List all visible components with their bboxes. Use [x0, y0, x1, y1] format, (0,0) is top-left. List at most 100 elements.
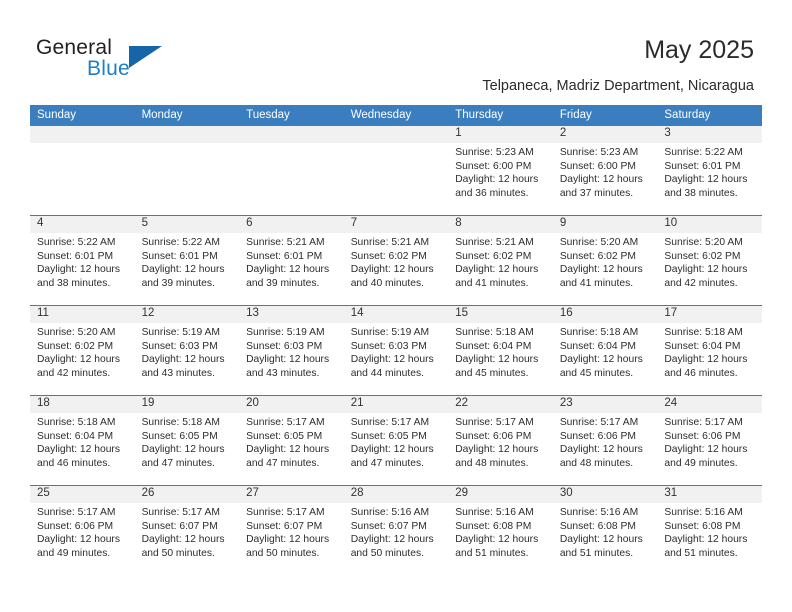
weekday-header-wednesday: Wednesday	[343, 105, 449, 126]
calendar-day-cell[interactable]: 25 Sunrise: 5:17 AM Sunset: 6:06 PM Dayligh…	[30, 485, 135, 575]
calendar-day-cell[interactable]: 21 Sunrise: 5:17 AM Sunset: 6:05 PM Dayligh…	[343, 395, 449, 486]
sunrise-time: Sunrise: 5:16 AM	[664, 507, 743, 518]
daylight-duration-line2: and 46 minutes.	[37, 457, 111, 469]
daylight-duration-line1: Daylight: 12 hours	[350, 444, 434, 456]
sunset-time: Sunset: 6:05 PM	[246, 430, 323, 442]
day-number: 28	[343, 486, 449, 503]
calendar-day-cell[interactable]: 27 Sunrise: 5:17 AM Sunset: 6:07 PM Dayligh…	[239, 485, 344, 575]
daylight-duration-line1: Daylight: 12 hours	[664, 444, 748, 456]
calendar-day-cell[interactable]: 18 Sunrise: 5:18 AM Sunset: 6:04 PM Dayligh…	[30, 395, 135, 486]
day-number: 9	[552, 216, 658, 233]
calendar-day-cell[interactable]: 20 Sunrise: 5:17 AM Sunset: 6:05 PM Dayligh…	[239, 395, 344, 486]
sunrise-time: Sunrise: 5:16 AM	[559, 507, 639, 518]
calendar-day-cell[interactable]: 11 Sunrise: 5:20 AM Sunset: 6:02 PM Dayligh…	[30, 305, 135, 396]
sunrise-time: Sunrise: 5:23 AM	[559, 147, 639, 158]
calendar-day-cell[interactable]: 31 Sunrise: 5:16 AM Sunset: 6:08 PM Dayligh…	[657, 485, 762, 575]
daylight-duration-line1: Daylight: 12 hours	[455, 174, 539, 186]
daylight-duration-line2: and 48 minutes.	[559, 457, 634, 469]
sunrise-time: Sunrise: 5:17 AM	[246, 507, 325, 518]
calendar-day-cell[interactable]: 15 Sunrise: 5:18 AM Sunset: 6:04 PM Dayligh…	[448, 305, 553, 396]
calendar-day-cell[interactable]: 2 Sunrise: 5:23 AM Sunset: 6:00 PM Daylight…	[552, 126, 658, 216]
calendar-day-cell[interactable]: 13 Sunrise: 5:19 AM Sunset: 6:03 PM Dayligh…	[239, 305, 344, 396]
calendar-body: 1 Sunrise: 5:23 AM Sunset: 6:00 PM Daylight…	[30, 126, 762, 575]
daylight-duration-line2: and 41 minutes.	[559, 277, 634, 289]
daylight-duration-line1: Daylight: 12 hours	[559, 264, 643, 276]
daylight-duration-line2: and 37 minutes.	[559, 187, 634, 199]
calendar-day-cell[interactable]: 30 Sunrise: 5:16 AM Sunset: 6:08 PM Dayligh…	[552, 485, 658, 575]
calendar-day-cell[interactable]: 6 Sunrise: 5:21 AM Sunset: 6:01 PM Daylight…	[239, 215, 344, 306]
day-number: 8	[448, 216, 553, 233]
calendar-day-cell[interactable]: 16 Sunrise: 5:18 AM Sunset: 6:04 PM Dayligh…	[552, 305, 658, 396]
sunset-time: Sunset: 6:02 PM	[37, 340, 114, 352]
sunset-time: Sunset: 6:02 PM	[455, 250, 532, 262]
day-details: Sunrise: 5:17 AM Sunset: 6:07 PM Daylight:…	[135, 503, 240, 560]
daylight-duration-line2: and 45 minutes.	[559, 367, 634, 379]
sunrise-time: Sunrise: 5:18 AM	[559, 327, 639, 338]
daylight-duration-line2: and 39 minutes.	[141, 277, 215, 289]
sunset-time: Sunset: 6:08 PM	[664, 520, 741, 532]
daylight-duration-line1: Daylight: 12 hours	[246, 534, 330, 546]
logo-triangle-icon	[129, 46, 162, 68]
sunrise-time: Sunrise: 5:16 AM	[455, 507, 534, 518]
calendar-day-cell[interactable]: 19 Sunrise: 5:18 AM Sunset: 6:05 PM Dayligh…	[134, 395, 240, 486]
sunset-time: Sunset: 6:01 PM	[141, 250, 218, 262]
calendar-day-cell[interactable]: 3 Sunrise: 5:22 AM Sunset: 6:01 PM Daylight…	[657, 126, 762, 216]
sunset-time: Sunset: 6:08 PM	[559, 520, 636, 532]
daylight-duration-line1: Daylight: 12 hours	[559, 534, 643, 546]
calendar-day-cell[interactable]: 9 Sunrise: 5:20 AM Sunset: 6:02 PM Daylight…	[552, 215, 658, 306]
sunset-time: Sunset: 6:05 PM	[350, 430, 427, 442]
day-details: Sunrise: 5:19 AM Sunset: 6:03 PM Daylight:…	[344, 323, 449, 380]
general-blue-logo[interactable]: General Blue	[36, 36, 236, 86]
sunrise-time: Sunrise: 5:18 AM	[664, 327, 743, 338]
day-details: Sunrise: 5:17 AM Sunset: 6:05 PM Daylight:…	[344, 413, 449, 470]
sunset-time: Sunset: 6:01 PM	[246, 250, 323, 262]
calendar-day-cell[interactable]: 7 Sunrise: 5:21 AM Sunset: 6:02 PM Daylight…	[343, 215, 449, 306]
daylight-duration-line2: and 42 minutes.	[664, 277, 738, 289]
calendar-day-cell-empty	[134, 126, 240, 216]
sunset-time: Sunset: 6:06 PM	[664, 430, 741, 442]
sunset-time: Sunset: 6:07 PM	[141, 520, 218, 532]
daylight-duration-line1: Daylight: 12 hours	[559, 444, 643, 456]
daylight-duration-line2: and 40 minutes.	[350, 277, 424, 289]
daylight-duration-line1: Daylight: 12 hours	[350, 534, 434, 546]
calendar-day-cell[interactable]: 22 Sunrise: 5:17 AM Sunset: 6:06 PM Dayligh…	[448, 395, 553, 486]
day-details: Sunrise: 5:20 AM Sunset: 6:02 PM Daylight:…	[657, 233, 762, 290]
sunrise-time: Sunrise: 5:22 AM	[37, 237, 116, 248]
calendar-day-cell[interactable]: 14 Sunrise: 5:19 AM Sunset: 6:03 PM Dayligh…	[343, 305, 449, 396]
daylight-duration-line1: Daylight: 12 hours	[455, 264, 539, 276]
day-number: 22	[448, 396, 553, 413]
daylight-duration-line2: and 38 minutes.	[664, 187, 738, 199]
sunset-time: Sunset: 6:07 PM	[350, 520, 427, 532]
daylight-duration-line2: and 45 minutes.	[455, 367, 529, 379]
calendar-day-cell[interactable]: 28 Sunrise: 5:16 AM Sunset: 6:07 PM Dayligh…	[343, 485, 449, 575]
calendar-day-cell[interactable]: 10 Sunrise: 5:20 AM Sunset: 6:02 PM Dayligh…	[657, 215, 762, 306]
calendar-day-cell[interactable]: 17 Sunrise: 5:18 AM Sunset: 6:04 PM Dayligh…	[657, 305, 762, 396]
calendar-day-cell[interactable]: 8 Sunrise: 5:21 AM Sunset: 6:02 PM Daylight…	[448, 215, 553, 306]
sunrise-sunset-calendar: Sunday Monday Tuesday Wednesday Thursday…	[30, 105, 762, 575]
calendar-week-row: 11 Sunrise: 5:20 AM Sunset: 6:02 PM Dayligh…	[30, 305, 762, 396]
sunset-time: Sunset: 6:03 PM	[141, 340, 218, 352]
calendar-day-cell[interactable]: 12 Sunrise: 5:19 AM Sunset: 6:03 PM Dayligh…	[134, 305, 240, 396]
weekday-header-thursday: Thursday	[448, 105, 553, 126]
sunset-time: Sunset: 6:02 PM	[664, 250, 741, 262]
sunrise-time: Sunrise: 5:17 AM	[141, 507, 220, 518]
day-details: Sunrise: 5:17 AM Sunset: 6:07 PM Daylight:…	[239, 503, 344, 560]
day-number: 29	[448, 486, 553, 503]
day-number: 7	[343, 216, 449, 233]
day-details: Sunrise: 5:22 AM Sunset: 6:01 PM Daylight:…	[657, 143, 762, 200]
calendar-day-cell[interactable]: 1 Sunrise: 5:23 AM Sunset: 6:00 PM Daylight…	[448, 126, 553, 216]
sunrise-time: Sunrise: 5:18 AM	[141, 417, 220, 428]
calendar-day-cell[interactable]: 4 Sunrise: 5:22 AM Sunset: 6:01 PM Daylight…	[30, 215, 135, 306]
daylight-duration-line1: Daylight: 12 hours	[559, 354, 643, 366]
calendar-day-cell[interactable]: 24 Sunrise: 5:17 AM Sunset: 6:06 PM Dayligh…	[657, 395, 762, 486]
calendar-day-cell[interactable]: 26 Sunrise: 5:17 AM Sunset: 6:07 PM Dayligh…	[134, 485, 240, 575]
sunrise-time: Sunrise: 5:23 AM	[455, 147, 534, 158]
daylight-duration-line1: Daylight: 12 hours	[141, 354, 225, 366]
daylight-duration-line1: Daylight: 12 hours	[455, 354, 539, 366]
daylight-duration-line1: Daylight: 12 hours	[246, 264, 330, 276]
daylight-duration-line1: Daylight: 12 hours	[455, 444, 539, 456]
calendar-day-cell[interactable]: 23 Sunrise: 5:17 AM Sunset: 6:06 PM Dayligh…	[552, 395, 658, 486]
calendar-day-cell[interactable]: 29 Sunrise: 5:16 AM Sunset: 6:08 PM Dayligh…	[448, 485, 553, 575]
calendar-day-cell[interactable]: 5 Sunrise: 5:22 AM Sunset: 6:01 PM Daylight…	[134, 215, 240, 306]
daylight-duration-line2: and 46 minutes.	[664, 367, 738, 379]
